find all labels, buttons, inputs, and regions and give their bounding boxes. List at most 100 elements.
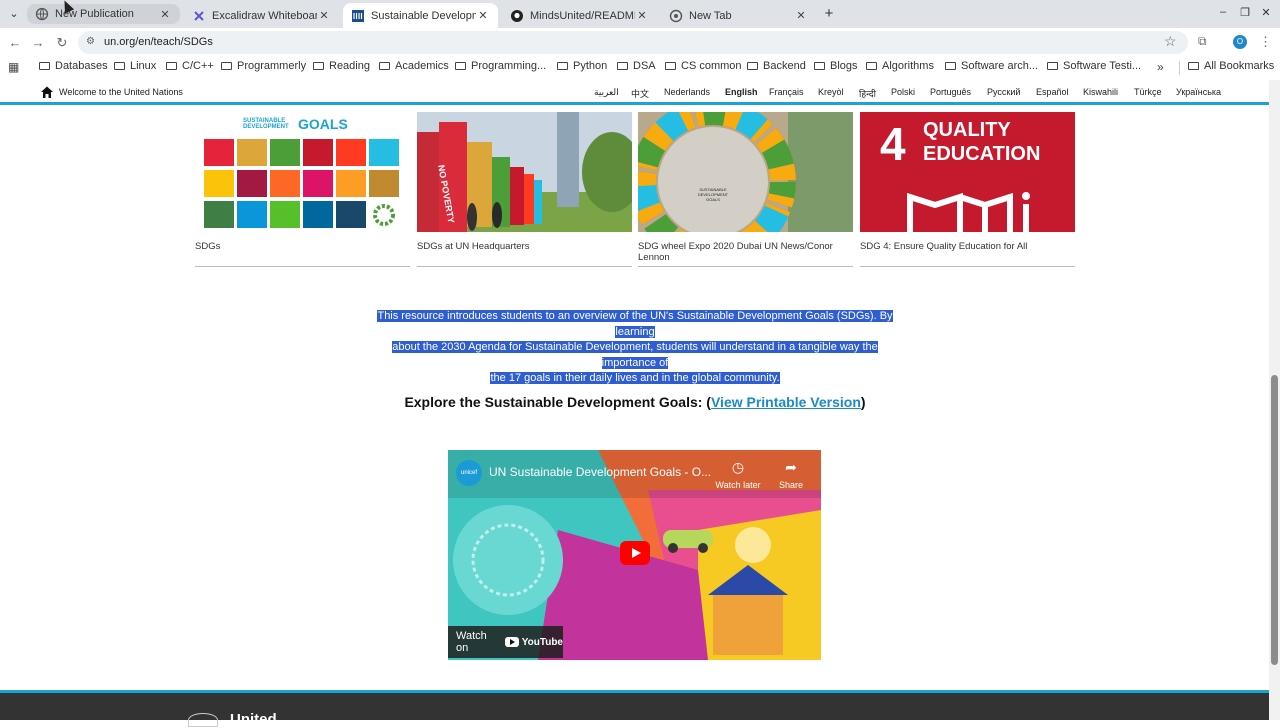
bookmark-folder[interactable]: Programmerly <box>221 60 306 72</box>
un-headquarters-photo: NO POVERTY <box>417 112 632 232</box>
close-icon[interactable]: ✕ <box>635 9 649 22</box>
all-bookmarks-folder[interactable]: All Bookmarks <box>1188 60 1274 72</box>
more-bookmarks-chevron-icon[interactable]: » <box>1157 60 1164 74</box>
home-icon[interactable] <box>40 85 54 99</box>
card-caption: SDGs <box>195 241 410 267</box>
watch-on-youtube-button[interactable]: Watch on YouTube <box>448 626 563 658</box>
folder-icon <box>617 62 628 70</box>
sdg-wheel-photo: SUSTAINABLE DEVELOPMENT GOALS <box>638 112 853 232</box>
close-icon[interactable]: ✕ <box>158 8 172 21</box>
play-button[interactable] <box>620 541 650 565</box>
forward-arrow-icon[interactable]: → <box>29 34 47 52</box>
back-arrow-icon[interactable]: ← <box>6 34 24 52</box>
clock-icon: ◷ <box>731 459 745 475</box>
bookmark-folder[interactable]: Linux <box>114 60 156 72</box>
card-caption: SDG wheel Expo 2020 Dubai UN News/Conor … <box>638 241 853 267</box>
bookmark-folder[interactable]: C/C++ <box>166 60 214 72</box>
tab-title: New Tab <box>689 9 732 22</box>
lang-arabic[interactable]: العربية <box>594 87 619 98</box>
minimize-icon[interactable]: – <box>1216 6 1230 18</box>
apps-grid-icon[interactable]: ▦ <box>8 60 19 74</box>
folder-icon <box>866 62 877 70</box>
watch-on-label: Watch on <box>456 630 487 654</box>
youtube-video-embed[interactable]: unicef UN Sustainable Development Goals … <box>448 450 821 660</box>
window-close-icon[interactable]: ✕ <box>1259 6 1273 19</box>
folder-icon <box>1047 62 1058 70</box>
bookmark-folder[interactable]: Blogs <box>814 60 858 72</box>
bookmark-folder[interactable]: Programming... <box>455 60 546 72</box>
video-title[interactable]: UN Sustainable Development Goals - O... <box>489 465 711 479</box>
url-text[interactable]: un.org/en/teach/SDGs <box>104 36 213 48</box>
lang-portuguese[interactable]: Português <box>930 87 971 97</box>
bookmark-label: All Bookmarks <box>1204 60 1275 72</box>
scrollbar-thumb[interactable] <box>1271 375 1278 665</box>
tab-excalidraw[interactable]: Excalidraw Whiteboard ✕ <box>184 3 339 28</box>
bookmark-label: Programmerly <box>237 60 307 72</box>
close-icon[interactable]: ✕ <box>794 9 808 22</box>
browser-menu-icon[interactable]: ⋮ <box>1259 34 1272 50</box>
bookmark-star-icon[interactable]: ☆ <box>1164 33 1177 50</box>
lang-spanish[interactable]: Español <box>1036 87 1069 97</box>
welcome-link[interactable]: Welcome to the United Nations <box>59 87 183 97</box>
bookmark-folder[interactable]: Academics <box>379 60 449 72</box>
card-sdgs[interactable]: SUSTAINABLE DEVELOPMENT GOALS SDGs <box>195 112 410 267</box>
lang-english[interactable]: English <box>725 87 758 97</box>
lang-polish[interactable]: Polski <box>891 87 915 97</box>
lang-russian[interactable]: Русский <box>987 87 1020 97</box>
bookmark-folder[interactable]: Algorithms <box>866 60 934 72</box>
page-scrollbar[interactable] <box>1269 80 1280 720</box>
bookmark-folder[interactable]: Databases <box>39 60 108 72</box>
bookmark-folder[interactable]: Backend <box>747 60 806 72</box>
wheel-graphic <box>638 112 853 232</box>
bookmark-folder[interactable]: CS common <box>665 60 742 72</box>
restore-icon[interactable]: ❐ <box>1238 6 1252 19</box>
card-caption: SDG 4: Ensure Quality Education for All <box>860 241 1075 267</box>
bookmark-label: Programming... <box>471 60 547 72</box>
watch-later-button[interactable]: ◷ Watch later <box>713 459 763 490</box>
folder-icon <box>39 62 50 70</box>
card-un-headquarters[interactable]: NO POVERTY SDGs at UN Headquarters <box>417 112 632 267</box>
lang-hindi[interactable]: हिन्दी <box>859 87 876 100</box>
bookmark-folder[interactable]: Software Testi... <box>1047 60 1141 72</box>
extensions-puzzle-icon[interactable]: ⧉ <box>1198 34 1207 49</box>
address-bar[interactable]: ⚙ un.org/en/teach/SDGs <box>78 31 1188 54</box>
lang-kreyol[interactable]: Kreyòl <box>818 87 844 97</box>
bookmark-label: Linux <box>130 60 157 72</box>
card-quality-education[interactable]: 4 QUALITY EDUCATION SDG 4: Ensure Qualit… <box>860 112 1075 267</box>
lang-swahili[interactable]: Kiswahili <box>1083 87 1118 97</box>
card-sdg-wheel[interactable]: SUSTAINABLE DEVELOPMENT GOALS SDG wheel … <box>638 112 853 267</box>
tab-new-publication[interactable]: New Publication ✕ <box>27 4 180 24</box>
tab-strip: ⌄ New Publication ✕ Excalidraw Whiteboar… <box>0 0 1280 28</box>
tab-new-tab[interactable]: New Tab ✕ <box>661 3 816 28</box>
view-printable-version-link[interactable]: View Printable Version <box>711 394 861 410</box>
bookmark-folder[interactable]: Python <box>557 60 607 72</box>
lang-chinese[interactable]: 中文 <box>631 87 649 100</box>
folder-icon <box>379 62 390 70</box>
divider <box>1179 61 1180 75</box>
bookmark-folder[interactable]: Reading <box>313 60 370 72</box>
profile-avatar[interactable]: O <box>1233 35 1247 49</box>
bookmark-label: Reading <box>329 60 370 72</box>
bookmark-folder[interactable]: Software arch... <box>945 60 1038 72</box>
lang-turkish[interactable]: Türkçe <box>1134 87 1162 97</box>
tab-sdgs[interactable]: Sustainable Developmen ✕ <box>343 3 498 28</box>
close-icon[interactable]: ✕ <box>317 9 331 22</box>
wheel-text: SUSTAINABLE DEVELOPMENT GOALS <box>697 187 729 202</box>
folder-icon <box>665 62 676 70</box>
tab-search-chevron-icon[interactable]: ⌄ <box>5 5 23 23</box>
channel-logo[interactable]: unicef <box>456 460 482 486</box>
share-button[interactable]: ➦ Share <box>778 459 804 490</box>
bookmarks-bar: ▦ Databases Linux C/C++ Programmerly Rea… <box>0 57 1280 79</box>
explore-prefix: Explore the Sustainable Development Goal… <box>404 394 711 410</box>
folder-icon <box>114 62 125 70</box>
bookmark-folder[interactable]: DSA <box>617 60 656 72</box>
site-info-icon[interactable]: ⚙ <box>86 36 95 47</box>
close-icon[interactable]: ✕ <box>476 9 490 22</box>
reload-icon[interactable]: ↻ <box>53 34 71 52</box>
new-tab-plus-icon[interactable]: + <box>821 5 837 23</box>
lang-french[interactable]: Français <box>769 87 804 97</box>
share-arrow-icon: ➦ <box>785 459 797 475</box>
lang-dutch[interactable]: Nederlands <box>664 87 710 97</box>
tab-github[interactable]: MindsUnited/README.m ✕ <box>502 3 657 28</box>
lang-ukrainian[interactable]: Українська <box>1176 87 1221 97</box>
